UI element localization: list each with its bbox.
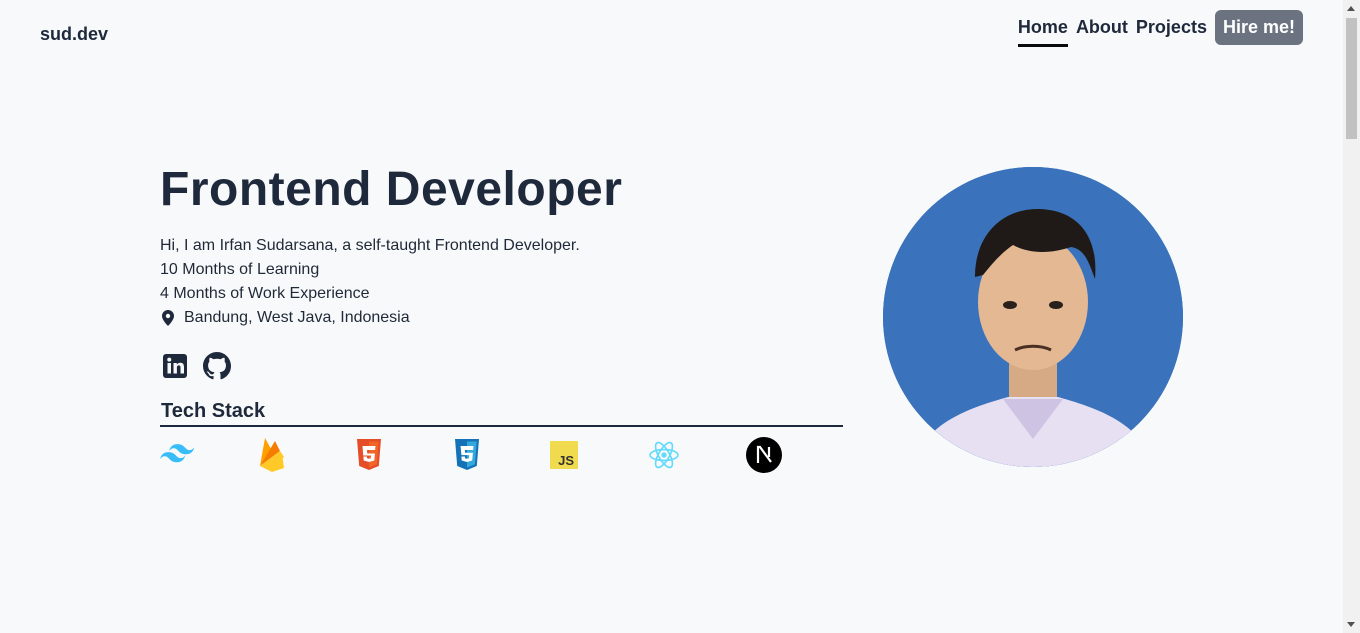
- social-links: [161, 352, 844, 380]
- nav-link-about[interactable]: About: [1076, 16, 1128, 47]
- map-pin-icon: [162, 310, 174, 326]
- html5-icon: [355, 436, 453, 474]
- firebase-icon: [258, 436, 356, 474]
- linkedin-icon[interactable]: [161, 352, 189, 380]
- hire-me-button[interactable]: Hire me!: [1214, 10, 1303, 45]
- github-icon[interactable]: [203, 352, 231, 380]
- javascript-icon: JS: [550, 436, 648, 474]
- scroll-thumb[interactable]: [1346, 18, 1357, 139]
- react-icon: [648, 436, 746, 474]
- tech-stack-title: Tech Stack: [160, 400, 843, 427]
- nextjs-icon: [745, 436, 844, 474]
- profile-photo: [883, 167, 1183, 467]
- location-row: Bandung, West Java, Indonesia: [160, 306, 844, 330]
- location-text: Bandung, West Java, Indonesia: [184, 309, 410, 326]
- tech-stack-list: JS: [160, 436, 844, 474]
- css3-icon: [453, 436, 551, 474]
- page-scrollbar[interactable]: [1343, 0, 1360, 633]
- intro-line: 10 Months of Learning: [160, 261, 320, 278]
- hero-title: Frontend Developer: [160, 163, 623, 216]
- hero-section: Frontend Developer Hi, I am Irfan Sudars…: [160, 162, 844, 474]
- site-logo[interactable]: sud.dev: [40, 24, 108, 45]
- nav-link-projects[interactable]: Projects: [1136, 16, 1207, 47]
- nav-link-home[interactable]: Home: [1017, 16, 1068, 47]
- tailwind-icon: [160, 436, 258, 474]
- navbar: sud.dev Home About Projects Hire me!: [0, 0, 1343, 68]
- intro-line: Hi, I am Irfan Sudarsana, a self-taught …: [160, 237, 580, 254]
- nav-links: Home About Projects Hire me!: [1017, 10, 1303, 47]
- scroll-down-icon[interactable]: [1347, 622, 1355, 627]
- intro-text: Hi, I am Irfan Sudarsana, a self-taught …: [160, 234, 844, 330]
- scroll-up-icon[interactable]: [1347, 6, 1355, 11]
- svg-text:JS: JS: [558, 453, 574, 468]
- intro-line: 4 Months of Work Experience: [160, 285, 370, 302]
